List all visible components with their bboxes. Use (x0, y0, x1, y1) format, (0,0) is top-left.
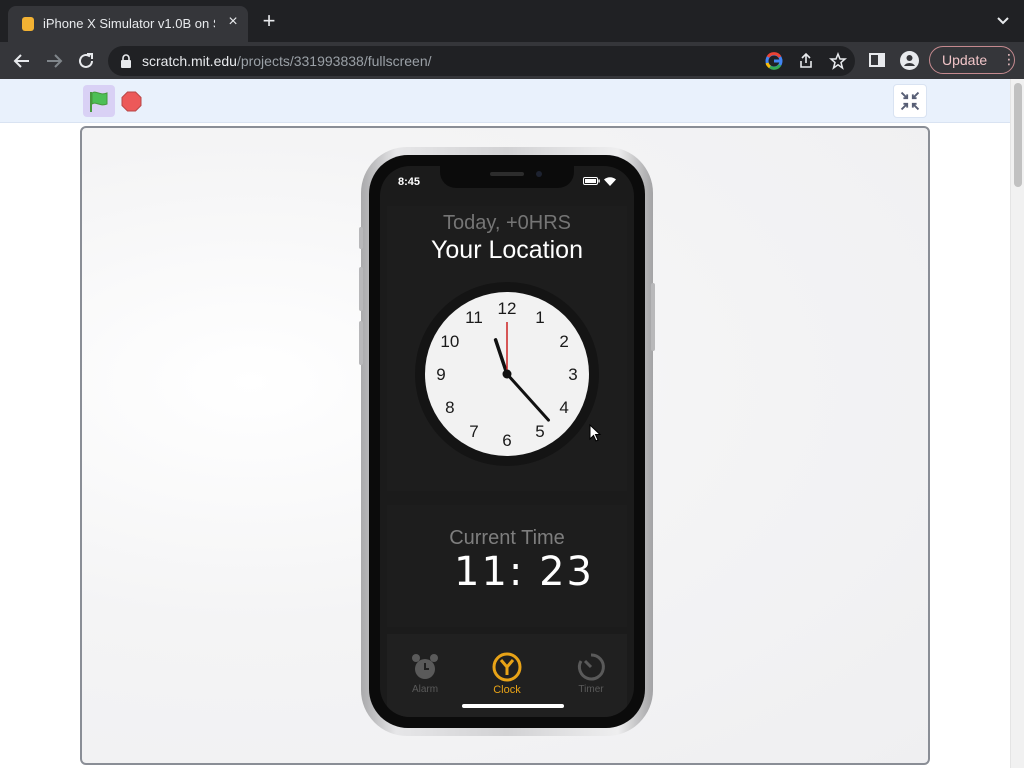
power-button (651, 283, 655, 351)
tab-search-chevron-icon[interactable] (996, 15, 1010, 27)
front-camera (536, 171, 542, 177)
browser-tab[interactable]: iPhone X Simulator v1.0B on Scratch × (8, 6, 248, 42)
exit-fullscreen-button[interactable] (893, 84, 927, 118)
scratch-controls-bar (0, 79, 1010, 123)
update-button[interactable]: Update ⋮ (929, 46, 1016, 74)
tab-clock-label: Clock (493, 684, 521, 696)
clock-numeral: 3 (568, 365, 577, 384)
scratch-favicon-icon (22, 17, 34, 31)
bookmark-star-icon[interactable] (829, 52, 847, 70)
side-panel-icon[interactable] (869, 52, 885, 68)
tab-alarm[interactable]: Alarm (395, 652, 455, 700)
clock-icon (492, 652, 522, 682)
tab-title: iPhone X Simulator v1.0B on Scratch (43, 16, 215, 31)
clock-numeral: 10 (440, 332, 459, 351)
browser-toolbar: scratch.mit.edu/projects/331993838/fulls… (0, 42, 1024, 79)
clock-center-cap (502, 369, 512, 379)
clock-numeral: 1 (535, 308, 544, 327)
timezone-label: Today, +0HRS (442, 212, 572, 234)
mute-switch (359, 227, 363, 249)
exit-fullscreen-icon (900, 91, 920, 111)
browser-tab-strip: iPhone X Simulator v1.0B on Scratch × + (0, 0, 1024, 42)
mouse-cursor-icon (589, 424, 602, 442)
green-flag-icon (90, 91, 108, 112)
clock-numeral: 6 (502, 431, 511, 450)
scrollbar-thumb[interactable] (1014, 83, 1022, 187)
scratch-page: 8:45 Today, +0HRS Your Location 12 1 2 3 4 5 6… (0, 79, 1010, 768)
current-time-label: Current Time (449, 527, 565, 549)
tab-timer[interactable]: Timer (561, 652, 621, 700)
clock-numeral: 9 (436, 365, 445, 384)
alarm-clock-icon (412, 654, 438, 679)
new-tab-button[interactable]: + (258, 10, 280, 33)
tab-timer-label: Timer (578, 684, 604, 695)
profile-avatar-icon[interactable] (900, 51, 919, 70)
project-stage[interactable]: 8:45 Today, +0HRS Your Location 12 1 2 3 4 5 6… (80, 126, 930, 765)
clock-numeral: 2 (559, 332, 568, 351)
update-label: Update (942, 52, 988, 68)
forward-arrow-icon[interactable] (43, 50, 65, 72)
phone-bezel: 8:45 Today, +0HRS Your Location 12 1 2 3 4 5 6… (369, 155, 645, 728)
clock-numeral: 4 (559, 398, 568, 417)
green-flag-button[interactable] (83, 85, 115, 117)
google-lens-icon[interactable] (765, 52, 783, 70)
volume-up-button (359, 267, 363, 311)
volume-down-button (359, 321, 363, 365)
page-scrollbar[interactable] (1010, 79, 1024, 768)
clock-numeral: 7 (469, 422, 478, 441)
analog-clock: 12 1234567891011 (415, 282, 599, 466)
kebab-menu-icon[interactable]: ⋮ (1002, 51, 1016, 68)
url-text[interactable]: scratch.mit.edu/projects/331993838/fulls… (142, 53, 432, 69)
earpiece-speaker (490, 172, 524, 176)
clock-numeral: 8 (445, 398, 454, 417)
status-bar-time: 8:45 (398, 176, 421, 188)
address-bar[interactable]: scratch.mit.edu/projects/331993838/fulls… (108, 46, 855, 76)
tab-clock[interactable]: Clock (477, 652, 537, 700)
notch (440, 166, 574, 188)
reload-icon[interactable] (75, 50, 97, 72)
url-host: scratch.mit.edu (142, 53, 237, 69)
back-arrow-icon[interactable] (11, 50, 33, 72)
digital-time: 11: 23 (454, 549, 594, 595)
home-indicator (462, 704, 564, 708)
clock-numeral: 5 (535, 422, 544, 441)
timer-icon (577, 653, 605, 681)
iphone-frame: 8:45 Today, +0HRS Your Location 12 1 2 3 4 5 6… (359, 147, 655, 736)
tab-close-button[interactable]: × (224, 13, 242, 31)
clock-numeral: 12 (498, 299, 517, 318)
clock-numeral: 11 (465, 308, 483, 327)
battery-icon (583, 177, 600, 185)
lock-icon[interactable] (120, 54, 132, 68)
stop-sign-icon[interactable] (121, 91, 142, 112)
location-title: Your Location (431, 236, 583, 264)
share-icon[interactable] (797, 52, 815, 70)
tab-alarm-label: Alarm (411, 684, 439, 695)
wifi-icon (604, 177, 616, 186)
url-path: /projects/331993838/fullscreen/ (236, 53, 432, 69)
